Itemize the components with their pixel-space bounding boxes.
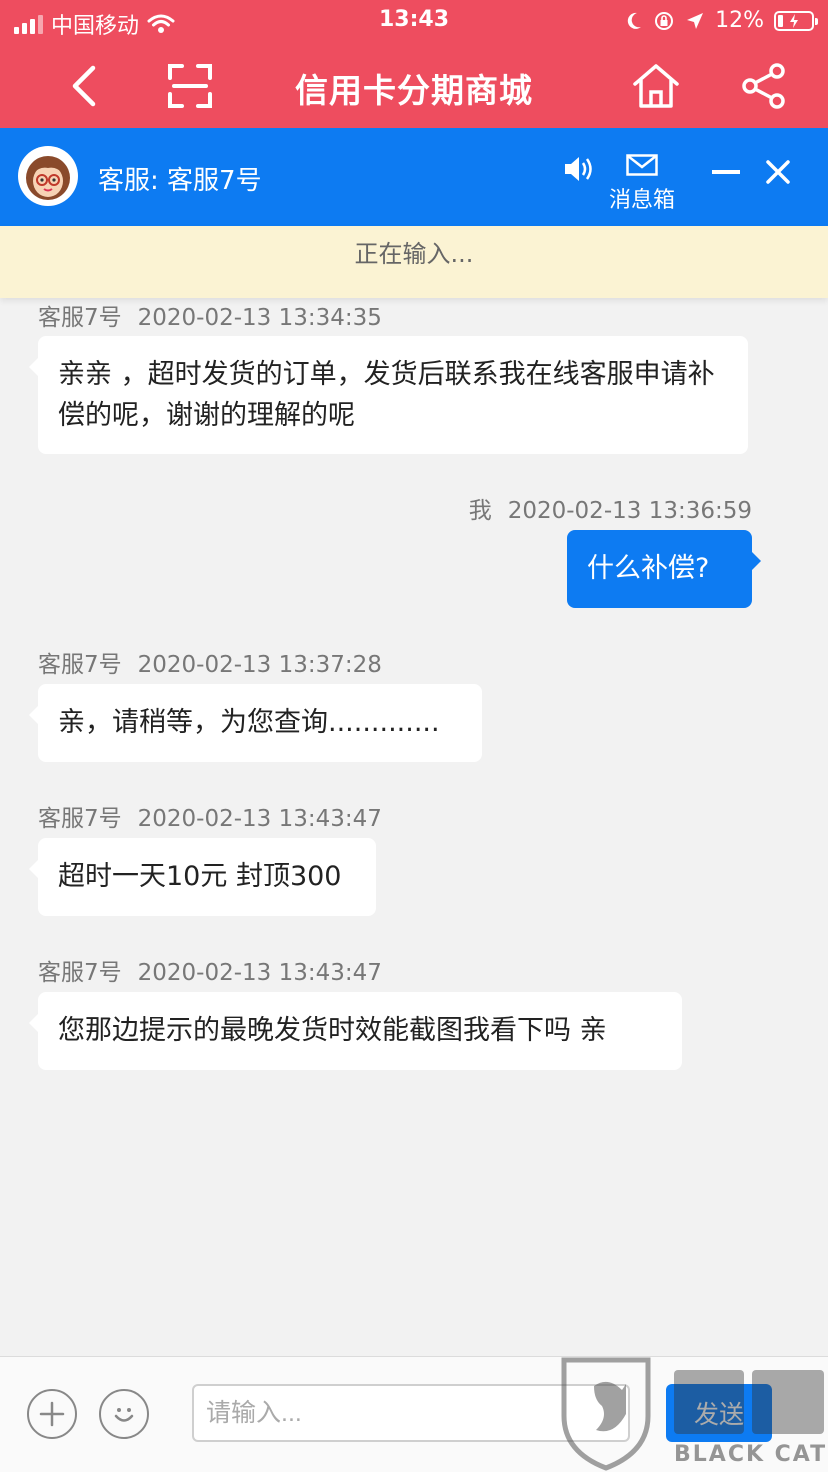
message-bubble[interactable]: 亲亲 ，超时发货的订单，发货后联系我在线客服申请补偿的呢，谢谢的理解的呢 xyxy=(29,336,748,454)
smiley-icon xyxy=(114,1408,134,1422)
message-time: 2020-02-13 13:34:35 xyxy=(137,305,382,331)
message-item: 客服7号 2020-02-13 13:43:47 xyxy=(38,953,382,987)
message-sender: 客服7号 xyxy=(38,305,122,331)
nav-bar: 信用卡分期商城 xyxy=(0,44,828,128)
add-button[interactable] xyxy=(27,1389,77,1439)
message-sender: 客服7号 xyxy=(38,652,122,678)
cs-header: 客服: 客服7号 消息箱 xyxy=(0,128,828,226)
cs-title: 客服: 客服7号 xyxy=(98,166,262,196)
agent-avatar-icon xyxy=(26,156,70,200)
chat-area[interactable]: 客服7号 2020-02-13 13:34:35 亲亲 ，超时发货的订单，发货后联… xyxy=(0,298,828,1356)
message-item: 客服7号 2020-02-13 13:34:35 xyxy=(38,298,382,332)
close-button[interactable] xyxy=(758,152,798,192)
message-meta: 客服7号 2020-02-13 13:43:47 xyxy=(38,799,382,833)
rotation-lock-icon xyxy=(655,11,674,30)
message-bubble[interactable]: 超时一天10元 封顶300 xyxy=(29,838,376,916)
message-time: 2020-02-13 13:37:28 xyxy=(137,652,382,678)
message-bubble[interactable]: 什么补偿? xyxy=(567,530,761,608)
home-icon xyxy=(633,64,679,108)
message-item: 客服7号 2020-02-13 13:37:28 xyxy=(38,645,382,679)
message-sender: 我 xyxy=(468,498,492,524)
location-arrow-icon xyxy=(687,12,704,29)
message-time: 2020-02-13 13:43:47 xyxy=(137,806,382,832)
home-button[interactable] xyxy=(628,58,684,114)
message-meta: 我 2020-02-13 13:36:59 xyxy=(469,491,752,525)
message-time: 2020-02-13 13:36:59 xyxy=(507,498,752,524)
input-bar: 发送 xyxy=(0,1356,828,1472)
page-title: 信用卡分期商城 xyxy=(295,71,533,110)
message-bubble[interactable]: 您那边提示的最晚发货时效能截图我看下吗 亲 xyxy=(29,992,682,1070)
message-input[interactable] xyxy=(192,1384,630,1442)
minimize-button[interactable] xyxy=(706,152,746,192)
mailbox-label: 消息箱 xyxy=(608,188,675,213)
battery-percent: 12% xyxy=(715,8,764,33)
envelope-icon xyxy=(626,154,658,176)
moon-icon xyxy=(627,12,642,29)
emoji-button[interactable] xyxy=(99,1389,149,1439)
message-bubble[interactable]: 亲，请稍等，为您查询............. xyxy=(29,684,482,762)
minus-icon xyxy=(712,170,740,174)
message-item: 客服7号 2020-02-13 13:43:47 xyxy=(38,799,382,833)
mailbox-button[interactable]: 消息箱 xyxy=(604,154,680,214)
message-sender: 客服7号 xyxy=(38,960,122,986)
cs-avatar xyxy=(18,146,78,206)
message-time: 2020-02-13 13:43:47 xyxy=(137,960,382,986)
battery-icon xyxy=(774,10,818,31)
message-meta: 客服7号 2020-02-13 13:43:47 xyxy=(38,953,382,987)
close-icon xyxy=(766,160,790,184)
share-button[interactable] xyxy=(736,58,792,114)
status-right: 12% xyxy=(625,8,818,33)
plus-icon xyxy=(39,1401,65,1427)
status-bar: 中国移动 13:43 12% xyxy=(0,0,828,44)
typing-notice: 正在输入... xyxy=(0,226,828,298)
share-icon xyxy=(742,63,785,109)
message-meta: 客服7号 2020-02-13 13:34:35 xyxy=(38,298,382,332)
message-meta: 客服7号 2020-02-13 13:37:28 xyxy=(38,645,382,679)
message-item: 我 2020-02-13 13:36:59 xyxy=(469,491,752,525)
speaker-icon xyxy=(565,157,592,181)
send-button[interactable]: 发送 xyxy=(666,1384,772,1442)
sound-toggle[interactable] xyxy=(562,154,594,184)
message-sender: 客服7号 xyxy=(38,806,122,832)
top-bar: 中国移动 13:43 12% 信用卡分期商城 xyxy=(0,0,828,128)
